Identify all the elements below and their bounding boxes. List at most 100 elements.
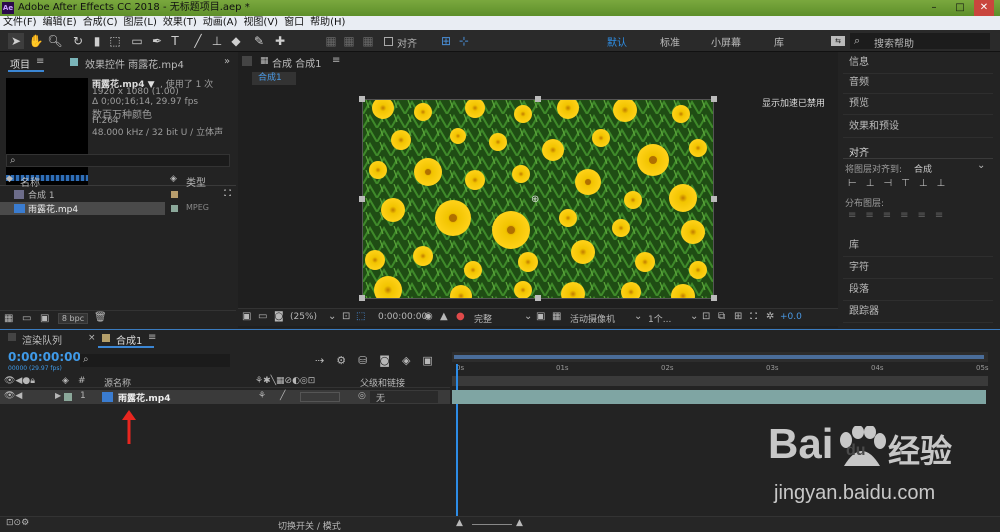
- always-preview-icon[interactable]: ▣: [242, 311, 251, 322]
- project-menu-icon[interactable]: ≡: [36, 56, 44, 67]
- axis-local-icon[interactable]: ▦: [323, 33, 339, 49]
- zoom-slider[interactable]: [472, 524, 512, 525]
- region-of-interest-icon[interactable]: ▣: [536, 311, 545, 322]
- hand-tool-icon[interactable]: ✋: [28, 33, 44, 49]
- toggle-switches-modes[interactable]: 切换开关 / 模式: [278, 519, 341, 532]
- transform-handle[interactable]: [711, 295, 717, 301]
- viewer-menu-icon[interactable]: ▦: [260, 56, 269, 66]
- zoom-in-icon[interactable]: ▲: [516, 518, 523, 528]
- monitor-icon[interactable]: ▭: [258, 311, 267, 322]
- exposure-reset-icon[interactable]: ✲: [766, 311, 774, 322]
- time-ruler[interactable]: 0s 01s 02s 03s 04s 05s: [452, 364, 989, 376]
- maximize-button[interactable]: □: [950, 0, 970, 16]
- col-type[interactable]: 类型: [186, 174, 206, 189]
- layer-row[interactable]: 👁︎◀ ▶ 1 雨露花.mp4 ⚘ ╱ ◎ 无: [0, 390, 450, 404]
- pickwhip-icon[interactable]: ◎: [358, 391, 366, 401]
- toggle-pixel-icon[interactable]: ⊡: [702, 311, 710, 322]
- panel-audio[interactable]: 音频: [843, 72, 993, 94]
- zoom-tool-icon[interactable]: 🔍︎: [47, 33, 63, 49]
- current-time-display[interactable]: 0:00:00:00: [378, 312, 427, 322]
- transform-handle[interactable]: [535, 295, 541, 301]
- tab-project[interactable]: 项目: [10, 56, 30, 71]
- axis-world-icon[interactable]: ▦: [341, 33, 357, 49]
- transparency-grid-icon[interactable]: ⬚: [356, 311, 365, 322]
- anchor-point-icon[interactable]: ⊕: [531, 194, 539, 205]
- trash-icon[interactable]: 🗑︎: [94, 312, 107, 323]
- panel-character[interactable]: 字符: [843, 257, 993, 279]
- chevron-down-icon[interactable]: ⌄: [634, 311, 642, 322]
- align-panel-title[interactable]: 对齐: [849, 144, 869, 159]
- new-folder-icon[interactable]: ▭: [22, 313, 31, 324]
- interpret-footage-icon[interactable]: ▦: [4, 313, 13, 324]
- fast-preview-icon[interactable]: ⧉: [718, 311, 725, 322]
- distribute-buttons[interactable]: ≡≡≡≡≡≡: [848, 210, 996, 224]
- workspace-small-screen[interactable]: 小屏幕: [711, 34, 741, 49]
- rotate-tool-icon[interactable]: ↻: [70, 33, 86, 49]
- bit-depth-button[interactable]: 8 bpc: [58, 313, 88, 324]
- transform-handle[interactable]: [711, 196, 717, 202]
- panel-overflow-icon[interactable]: »: [224, 56, 230, 67]
- close-icon[interactable]: ×: [88, 333, 96, 343]
- flowchart-icon[interactable]: ⛚: [224, 188, 231, 199]
- snap-option-icon[interactable]: ⊞: [438, 33, 454, 49]
- layer-name[interactable]: 雨露花.mp4: [118, 391, 171, 404]
- menu-effect[interactable]: 效果(T): [160, 16, 200, 30]
- label-column-icon[interactable]: ◈: [62, 376, 69, 386]
- work-area-range[interactable]: [454, 355, 984, 359]
- tab-composition[interactable]: 合成 合成1: [272, 55, 322, 70]
- project-item[interactable]: 合成 1 ⛚: [0, 188, 236, 201]
- transform-handle[interactable]: [535, 96, 541, 102]
- panel-tracker[interactable]: 跟踪器: [843, 301, 993, 323]
- snapshot-icon[interactable]: ◉: [424, 311, 433, 322]
- pen-tool-icon[interactable]: ✒: [149, 33, 165, 49]
- menu-edit[interactable]: 编辑(E): [40, 16, 80, 30]
- col-name[interactable]: 名称: [20, 174, 40, 189]
- timeline-icon[interactable]: ⊞: [734, 311, 742, 322]
- chevron-down-icon[interactable]: ⌄: [690, 311, 698, 322]
- layer-search-input[interactable]: ⌕: [80, 354, 230, 367]
- chevron-down-icon[interactable]: ⌄: [524, 311, 532, 322]
- work-area-bar[interactable]: [452, 352, 988, 362]
- timeline-menu-icon[interactable]: ≡: [148, 332, 156, 343]
- exposure-value[interactable]: +0.0: [780, 312, 802, 322]
- vr-icon[interactable]: ◙: [274, 311, 284, 322]
- workspace-default[interactable]: 默认: [607, 34, 627, 49]
- magnification-select[interactable]: (25%): [290, 312, 317, 322]
- transform-handle[interactable]: [711, 96, 717, 102]
- roto-brush-tool-icon[interactable]: ✎: [251, 33, 267, 49]
- visibility-icon[interactable]: 👁︎◀: [4, 391, 22, 401]
- zoom-out-icon[interactable]: ▲: [456, 518, 463, 528]
- timeline-navigator[interactable]: [452, 376, 988, 386]
- panel-preview[interactable]: 预览: [843, 93, 993, 115]
- sync-icon[interactable]: ⇆: [831, 36, 845, 46]
- mask-tool-icon[interactable]: ▭: [129, 33, 145, 49]
- axis-view-icon[interactable]: ▦: [360, 33, 376, 49]
- toggle-grid-icon[interactable]: ▦: [552, 311, 561, 322]
- project-search-input[interactable]: ⌕: [6, 154, 230, 167]
- help-search-box[interactable]: ⌕ 搜索帮助: [850, 33, 990, 50]
- shy-switch-icon[interactable]: ⚘: [258, 391, 266, 401]
- panel-library[interactable]: 库: [843, 235, 993, 257]
- panel-info[interactable]: 信息: [843, 52, 993, 74]
- align-buttons[interactable]: ⊢⊥⊣⊤⊥⊥: [848, 178, 996, 192]
- minimize-button[interactable]: –: [924, 0, 944, 16]
- transform-handle[interactable]: [359, 196, 365, 202]
- menu-layer[interactable]: 图层(L): [120, 16, 159, 30]
- camera-tool-icon[interactable]: ▮: [89, 33, 105, 49]
- transform-handle[interactable]: [359, 295, 365, 301]
- layer-switches-toggle-icon[interactable]: ⊡⊙⚙: [6, 518, 29, 528]
- panel-effects-presets[interactable]: 效果和预设: [843, 116, 993, 138]
- color-channel-icon[interactable]: ●: [456, 311, 465, 322]
- col-source-name[interactable]: 源名称: [104, 376, 131, 389]
- menu-animation[interactable]: 动画(A): [200, 16, 241, 30]
- timecode-display[interactable]: 0:00:00:00: [8, 350, 81, 364]
- snap-option2-icon[interactable]: ⊹: [456, 33, 472, 49]
- timeline-switches-toolbar[interactable]: ⇢⚙⛁◙◈▣: [315, 354, 445, 367]
- views-select[interactable]: 1个...: [648, 312, 671, 325]
- clone-stamp-tool-icon[interactable]: ⊥: [209, 33, 225, 49]
- pan-behind-tool-icon[interactable]: ⬚: [107, 33, 123, 49]
- selection-tool-icon[interactable]: ➤: [8, 33, 24, 49]
- tag-icon[interactable]: ◈: [170, 174, 177, 184]
- tab-effect-controls[interactable]: 效果控件 雨露花.mp4: [85, 56, 184, 71]
- expand-arrow-icon[interactable]: ▶: [55, 391, 61, 400]
